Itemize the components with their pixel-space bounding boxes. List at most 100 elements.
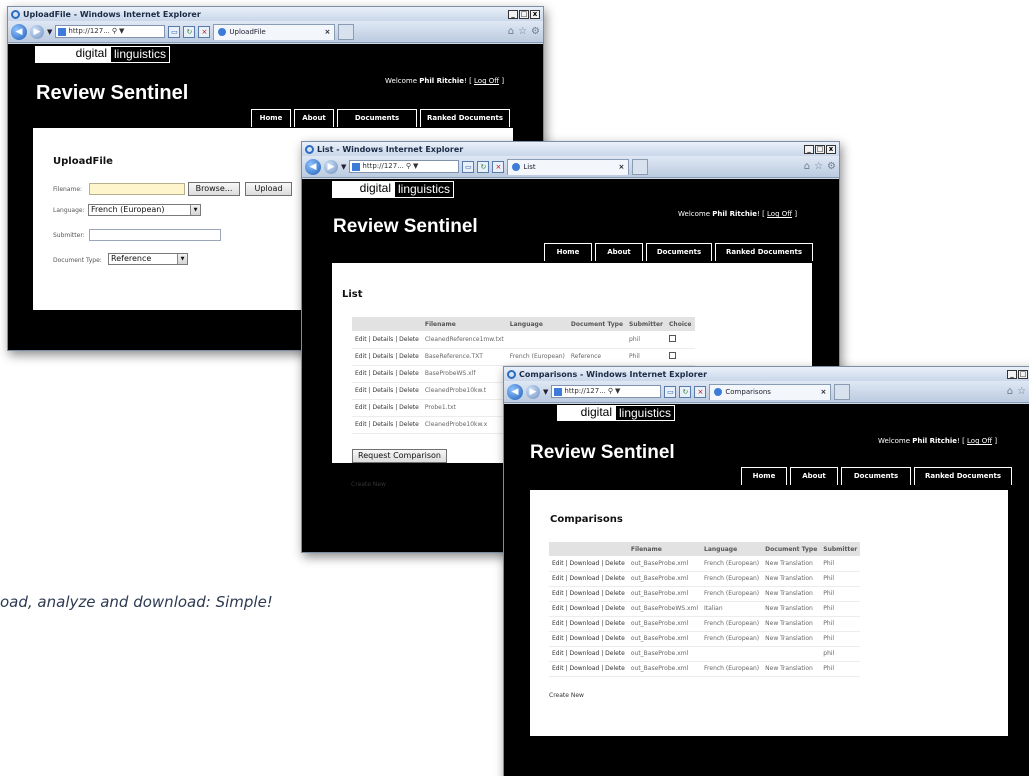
menu-about[interactable]: About xyxy=(294,109,334,127)
download-link[interactable]: Download xyxy=(569,650,599,657)
site-logo[interactable]: digital linguistics xyxy=(332,181,455,198)
edit-link[interactable]: Edit xyxy=(552,560,564,567)
home-icon[interactable]: ⌂ xyxy=(804,161,810,172)
download-link[interactable]: Download xyxy=(569,575,599,582)
back-button[interactable]: ◀ xyxy=(507,383,523,400)
refresh-icon[interactable]: ↻ xyxy=(183,25,196,38)
choice-checkbox[interactable] xyxy=(669,352,677,359)
address-dropdown-icon[interactable]: ▼ xyxy=(615,386,620,397)
delete-link[interactable]: Delete xyxy=(605,665,625,672)
delete-link[interactable]: Delete xyxy=(605,590,625,597)
edit-link[interactable]: Edit xyxy=(552,635,564,642)
edit-link[interactable]: Edit xyxy=(355,353,367,360)
logoff-link[interactable]: Log Off xyxy=(767,210,792,218)
stop-icon[interactable]: × xyxy=(492,160,505,173)
refresh-icon[interactable]: ↻ xyxy=(679,385,692,398)
address-dropdown-icon[interactable]: ▼ xyxy=(413,161,418,172)
choice-checkbox[interactable] xyxy=(669,334,677,342)
favorites-icon[interactable]: ☆ xyxy=(1017,386,1026,397)
language-select[interactable]: French (European) ▼ xyxy=(88,204,201,216)
menu-ranked-documents[interactable]: Ranked Documents xyxy=(715,243,813,261)
menu-documents[interactable]: Documents xyxy=(337,109,417,127)
list-create-new-link[interactable]: Create New xyxy=(351,481,386,488)
back-button[interactable]: ◀ xyxy=(11,23,27,40)
menu-ranked-documents[interactable]: Ranked Documents xyxy=(914,467,1012,485)
delete-link[interactable]: Delete xyxy=(605,635,625,642)
menu-documents[interactable]: Documents xyxy=(841,467,911,485)
menu-documents[interactable]: Documents xyxy=(646,243,712,261)
favorites-icon[interactable]: ☆ xyxy=(518,26,527,37)
close-tab-icon[interactable]: × xyxy=(619,163,625,171)
tools-icon[interactable]: ⚙ xyxy=(531,26,540,37)
details-link[interactable]: Details xyxy=(372,421,393,428)
minimize-button[interactable]: _ xyxy=(1007,369,1017,379)
new-tab-button[interactable] xyxy=(338,23,355,40)
close-tab-icon[interactable]: × xyxy=(821,388,827,396)
edit-link[interactable]: Edit xyxy=(552,590,564,597)
delete-link[interactable]: Delete xyxy=(399,336,419,343)
browse-button[interactable]: Browse... xyxy=(188,182,240,196)
edit-link[interactable]: Edit xyxy=(552,650,564,657)
compat-view-icon[interactable]: ▭ xyxy=(664,385,677,398)
minimize-button[interactable]: _ xyxy=(508,9,518,19)
delete-link[interactable]: Delete xyxy=(399,353,419,360)
logoff-link[interactable]: Log Off xyxy=(967,437,992,445)
menu-home[interactable]: Home xyxy=(251,109,291,127)
delete-link[interactable]: Delete xyxy=(605,605,625,612)
edit-link[interactable]: Edit xyxy=(355,421,367,428)
site-logo[interactable]: digital linguistics xyxy=(557,405,676,421)
edit-link[interactable]: Edit xyxy=(355,336,367,343)
tools-icon[interactable]: ⚙ xyxy=(827,161,836,172)
menu-home[interactable]: Home xyxy=(741,467,787,485)
edit-link[interactable]: Edit xyxy=(552,620,564,627)
details-link[interactable]: Details xyxy=(372,336,393,343)
download-link[interactable]: Download xyxy=(569,560,599,567)
history-dropdown-icon[interactable]: ▼ xyxy=(543,388,548,396)
stop-icon[interactable]: × xyxy=(694,385,707,398)
delete-link[interactable]: Delete xyxy=(605,620,625,627)
close-tab-icon[interactable]: × xyxy=(325,28,331,36)
site-logo[interactable]: digital linguistics xyxy=(35,46,171,63)
edit-link[interactable]: Edit xyxy=(355,387,367,394)
new-tab-button[interactable] xyxy=(632,158,649,175)
browser-tab[interactable]: UploadFile × xyxy=(213,23,336,40)
favorites-icon[interactable]: ☆ xyxy=(814,161,823,172)
refresh-icon[interactable]: ↻ xyxy=(477,160,490,173)
forward-button[interactable]: ▶ xyxy=(324,159,338,174)
edit-link[interactable]: Edit xyxy=(355,370,367,377)
menu-about[interactable]: About xyxy=(595,243,643,261)
search-icon[interactable]: ⚲ xyxy=(608,386,613,397)
edit-link[interactable]: Edit xyxy=(552,665,564,672)
upload-button[interactable]: Upload xyxy=(245,182,292,196)
download-link[interactable]: Download xyxy=(569,605,599,612)
download-link[interactable]: Download xyxy=(569,665,599,672)
close-button[interactable]: x xyxy=(826,144,836,154)
logoff-link[interactable]: Log Off xyxy=(474,77,499,85)
download-link[interactable]: Download xyxy=(569,620,599,627)
doctype-select[interactable]: Reference ▼ xyxy=(108,253,188,265)
menu-ranked-documents[interactable]: Ranked Documents xyxy=(420,109,510,127)
history-dropdown-icon[interactable]: ▼ xyxy=(341,163,346,171)
maximize-button[interactable]: □ xyxy=(519,9,529,19)
address-dropdown-icon[interactable]: ▼ xyxy=(119,26,124,37)
filename-field[interactable] xyxy=(89,183,185,195)
forward-button[interactable]: ▶ xyxy=(526,384,540,399)
details-link[interactable]: Details xyxy=(372,404,393,411)
compat-view-icon[interactable]: ▭ xyxy=(462,160,475,173)
download-link[interactable]: Download xyxy=(569,590,599,597)
stop-icon[interactable]: × xyxy=(198,25,211,38)
address-bar[interactable]: http://127... ⚲ ▼ xyxy=(551,385,662,398)
details-link[interactable]: Details xyxy=(372,370,393,377)
menu-home[interactable]: Home xyxy=(544,243,592,261)
details-link[interactable]: Details xyxy=(372,353,393,360)
back-button[interactable]: ◀ xyxy=(305,158,321,175)
browser-tab[interactable]: Comparisons × xyxy=(709,383,832,400)
history-dropdown-icon[interactable]: ▼ xyxy=(47,28,52,36)
delete-link[interactable]: Delete xyxy=(399,421,419,428)
maximize-button[interactable]: □ xyxy=(815,144,825,154)
delete-link[interactable]: Delete xyxy=(605,560,625,567)
address-bar[interactable]: http://127... ⚲ ▼ xyxy=(349,160,460,173)
delete-link[interactable]: Delete xyxy=(399,370,419,377)
create-new-link[interactable]: Create New xyxy=(549,692,584,699)
maximize-button[interactable]: □ xyxy=(1018,369,1028,379)
